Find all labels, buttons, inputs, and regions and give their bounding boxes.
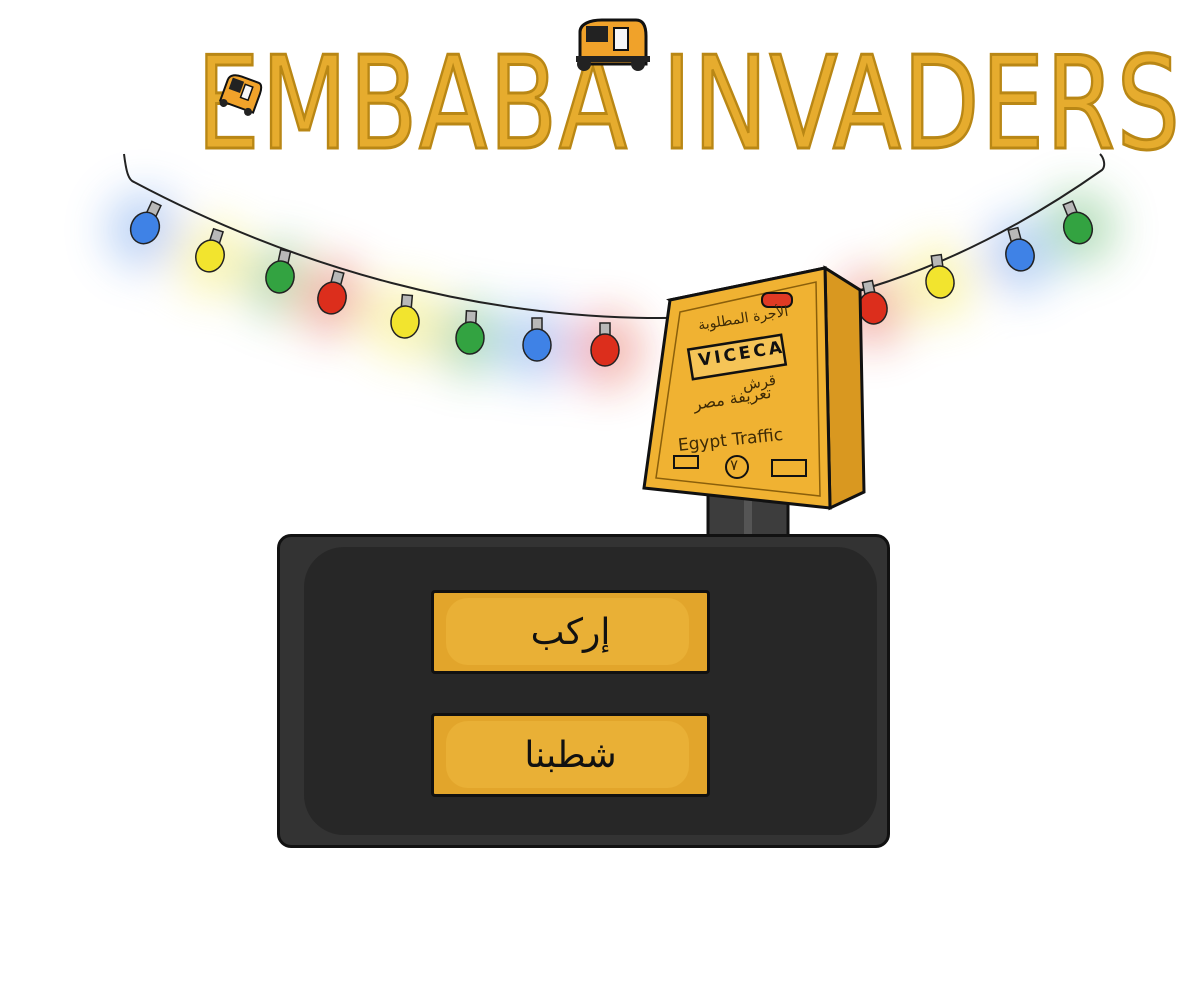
light-bulb-icon: [522, 317, 552, 362]
light-bulb-icon: [195, 227, 225, 273]
meter-header: الأجرة المطلوبة: [697, 303, 790, 334]
meter-number: ٧: [730, 456, 739, 474]
light-bulbs: [129, 200, 1094, 367]
light-bulb-icon: [317, 269, 347, 315]
light-bulb-icon: [925, 253, 955, 299]
meter-tariff: تعريفة مصر: [692, 382, 773, 414]
light-bulb-icon: [858, 279, 888, 325]
game-title: EMBABA INVADERS: [195, 29, 1182, 181]
light-bulb-icon: [1062, 200, 1094, 245]
stats-button[interactable]: شطبنا: [431, 713, 710, 797]
light-bulb-icon: [455, 309, 485, 355]
bulb-glow: [107, 190, 1116, 388]
ride-button-label: إركب: [530, 611, 611, 653]
meter-display-value: VICECA: [697, 337, 787, 371]
light-bulb-icon: [129, 200, 162, 245]
main-menu-panel: [277, 534, 890, 848]
light-bulb-icon: [265, 248, 295, 294]
meter-brand: Egypt Traffic: [677, 424, 785, 456]
light-bulb-icon: [590, 322, 620, 367]
light-bulb-icon: [390, 293, 420, 339]
meter-pole: [706, 488, 790, 540]
stats-button-label: شطبنا: [524, 734, 617, 776]
ride-button[interactable]: إركب: [431, 590, 710, 674]
light-bulb-icon: [1005, 226, 1035, 272]
